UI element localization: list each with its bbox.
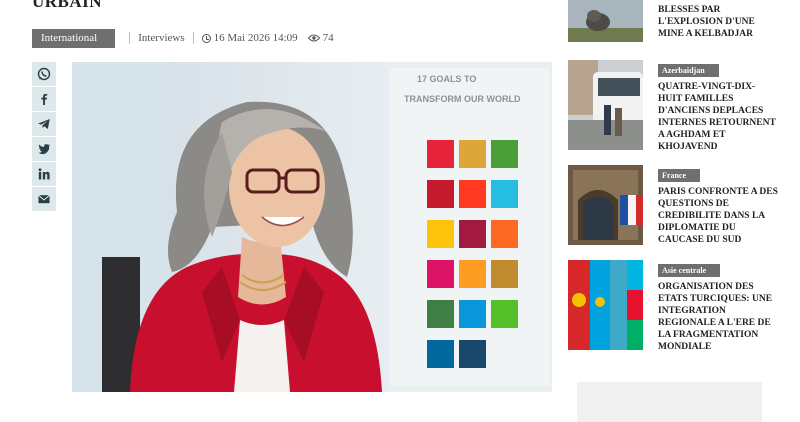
sidebar-headline[interactable]: QUATRE-VINGT-DIX-HUIT FAMILLES D'ANCIENS… [658,81,778,153]
sidebar-item[interactable]: Asie centrale ORGANISATION DES ETATS TUR… [568,260,778,352]
publish-date: 16 Mai 2026 14:09 [201,32,298,44]
envelope-icon [37,192,51,206]
sidebar-thumbnail[interactable] [568,260,643,350]
poster-heading-2: TRANSFORM OUR WORLD [404,94,521,104]
twitter-icon [37,142,51,156]
sidebar-category-badge[interactable]: Azerbaidjan [658,64,719,77]
share-facebook-button[interactable] [32,87,56,111]
building-flag-photo [568,165,643,245]
view-count: 74 [307,32,334,44]
eye-icon [307,34,320,42]
share-twitter-button[interactable] [32,137,56,161]
article-hero-image: 17 GOALS TO TRANSFORM OUR WORLD [72,62,552,392]
section-link[interactable]: Interviews [138,32,184,44]
sidebar-thumbnail[interactable] [568,165,643,245]
share-bar [32,62,56,211]
share-whatsapp-button[interactable] [32,62,56,86]
sidebar-thumbnail[interactable] [568,0,643,42]
bus-photo [568,60,643,150]
clock-icon [201,33,211,43]
hero-photo: 17 GOALS TO TRANSFORM OUR WORLD [72,62,552,392]
category-badge[interactable]: International [32,28,116,48]
sidebar-item[interactable]: Azerbaidjan QUATRE-VINGT-DIX-HUIT FAMILL… [568,60,778,152]
sidebar-headline[interactable]: ORGANISATION DES ETATS TURCIQUES: UNE IN… [658,281,778,353]
whatsapp-icon [37,67,51,81]
article-meta: International Interviews 16 Mai 2026 14:… [32,28,334,48]
facebook-icon [37,92,51,106]
ad-placeholder [577,382,762,422]
share-email-button[interactable] [32,187,56,211]
sidebar-item[interactable]: France PARIS CONFRONTE A DES QUESTIONS D… [568,165,778,257]
sidebar-thumbnail[interactable] [568,60,643,150]
linkedin-icon [37,167,51,181]
sidebar-category-badge[interactable]: Asie centrale [658,264,721,277]
meta-divider [129,32,131,44]
article-headline: URBAIN [32,0,103,11]
flags-photo [568,260,643,350]
sidebar-headline[interactable]: PARIS CONFRONTE A DES QUESTIONS DE CREDI… [658,186,778,246]
sidebar-category-badge[interactable]: France [658,169,700,182]
view-count-text: 74 [322,32,334,44]
publish-date-text: 16 Mai 2026 14:09 [213,32,298,44]
explosion-photo [568,0,643,42]
poster-heading-1: 17 GOALS TO [417,74,476,84]
share-telegram-button[interactable] [32,112,56,136]
meta-divider [192,32,194,44]
share-linkedin-button[interactable] [32,162,56,186]
telegram-icon [37,117,51,131]
sidebar-headline[interactable]: AZERBAIDJANAISE BLESSES PAR L'EXPLOSION … [658,0,778,40]
